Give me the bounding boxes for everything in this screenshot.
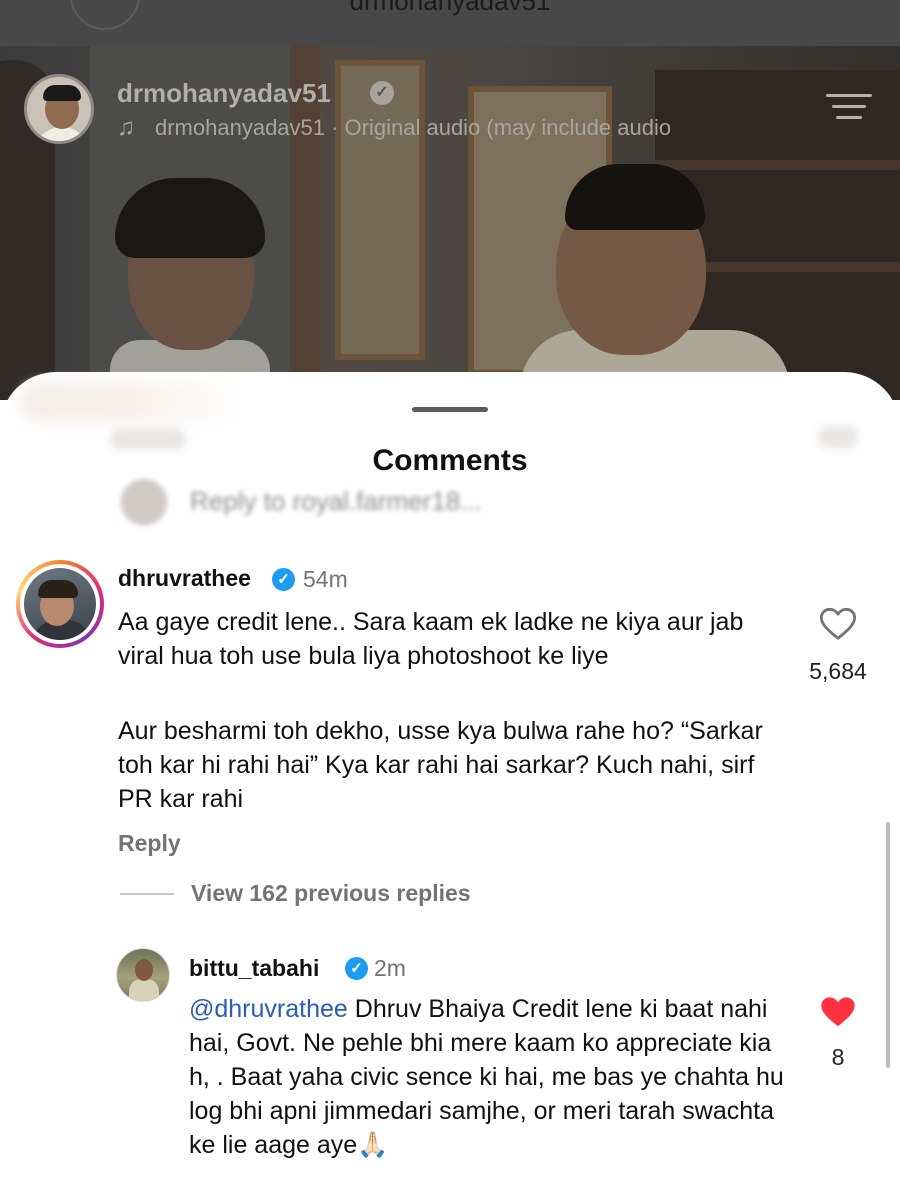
reply-to-text: Reply to royal.farmer18... [190,486,482,516]
reply-time: 2m [374,955,406,981]
music-note-icon: ♫ [117,114,135,141]
verified-badge-icon: ✓ [370,81,394,105]
heart-icon[interactable] [818,604,858,644]
audio-info[interactable]: drmohanyadav51 · Original audio (may inc… [155,115,671,141]
comment-time: 54m [303,566,348,592]
comments-sheet: Comments Reply to royal.farmer18... dhru… [0,372,900,1200]
avatar[interactable] [24,568,96,640]
reply-to-banner: Reply to royal.farmer18... [118,476,548,526]
comment-text: Aur besharmi toh dekho, usse kya bulwa r… [118,717,763,813]
reply-username[interactable]: bittu_tabahi [189,955,319,982]
avatar[interactable] [116,948,170,1002]
like-count: 8 [831,1044,845,1070]
owner-avatar[interactable] [24,74,94,144]
blurred-content [20,382,240,422]
sheet-title: Comments [372,444,528,477]
verified-badge-icon: ✓ [345,957,368,980]
like-count: 5,684 [809,658,867,684]
comment-username[interactable]: dhruvrathee [118,565,251,592]
mention-link[interactable]: @dhruvrathee [189,995,348,1023]
owner-username[interactable]: drmohanyadav51 [117,78,331,109]
verified-badge-icon: ✓ [272,568,295,591]
avatar [120,478,168,526]
reel-background: drmohanyadav51 drmohanyadav51 ✓ ♫ drmoha… [0,0,900,400]
sheet-grabber[interactable] [412,407,488,412]
dim-overlay [0,0,900,400]
menu-icon[interactable] [826,94,872,122]
comment-text: Aa gaye credit lene.. Sara kaam ek ladke… [118,608,744,670]
reply-button[interactable]: Reply [118,830,181,857]
reply-text: @dhruvrathee Dhruv Bhaiya Credit lene ki… [189,992,789,1162]
heart-filled-icon[interactable] [818,992,858,1032]
view-replies-button[interactable]: View 162 previous replies [191,880,471,907]
divider [120,893,174,895]
scrollbar[interactable] [886,822,890,1068]
